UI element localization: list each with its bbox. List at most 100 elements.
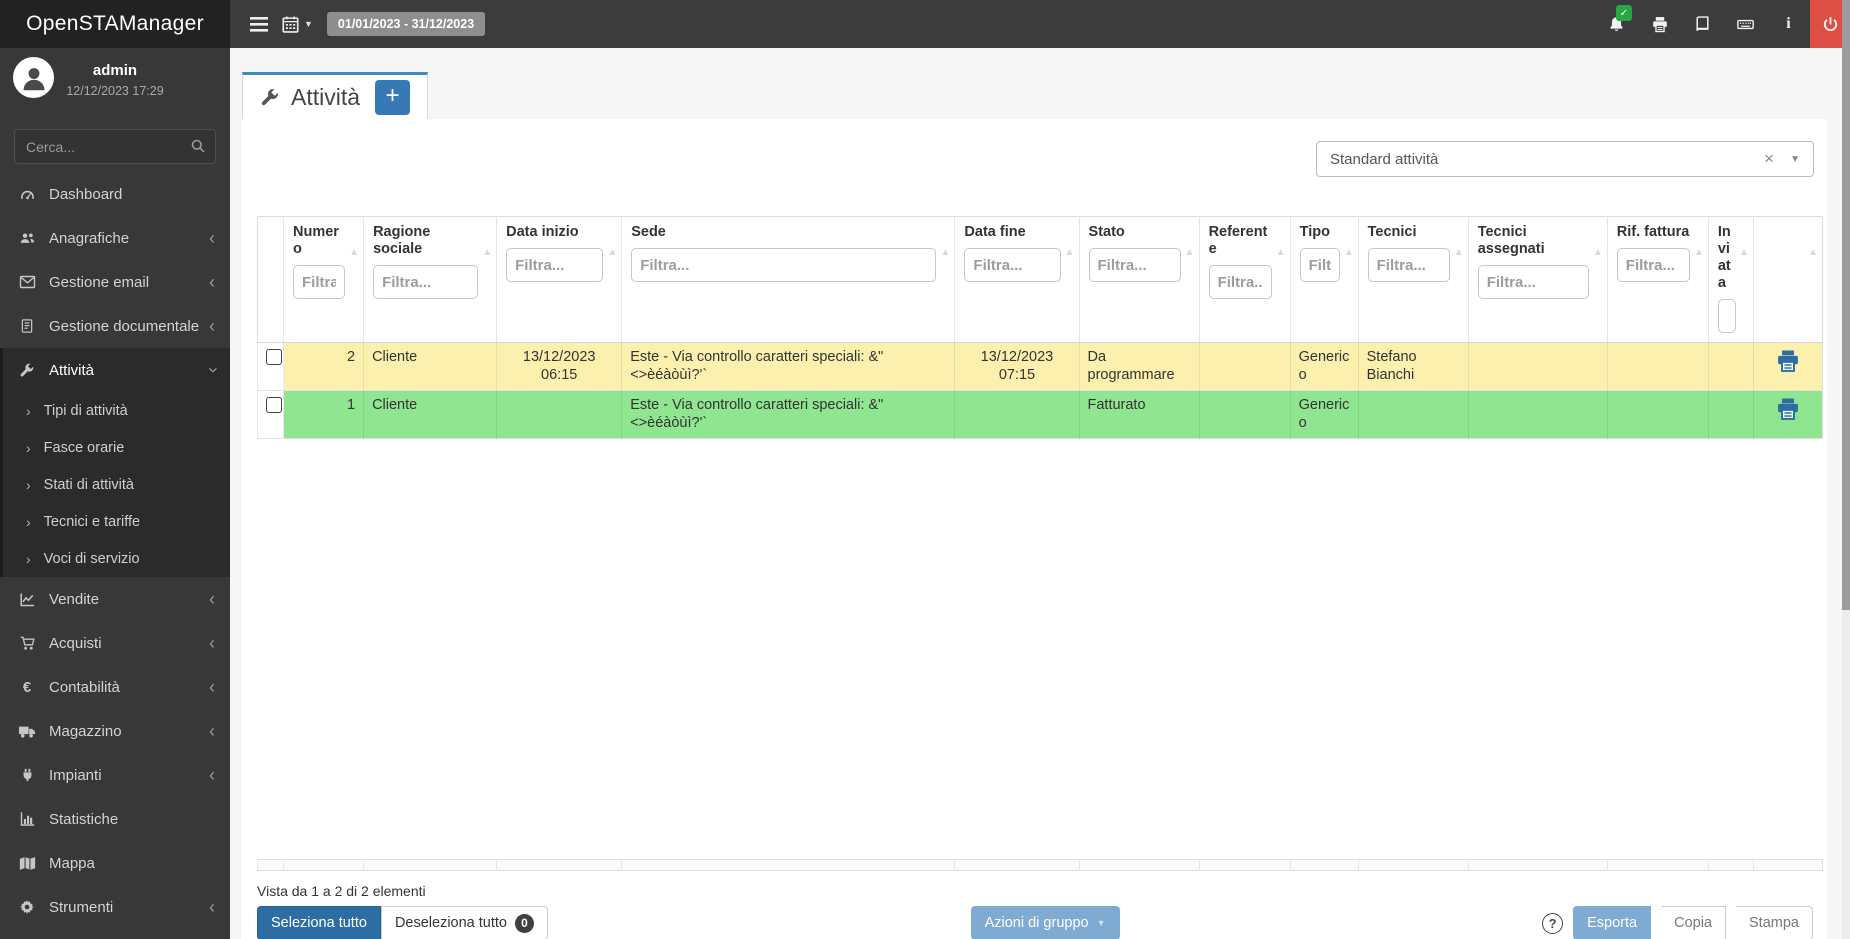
notifications-button[interactable]: ✓ bbox=[1595, 0, 1638, 48]
shortcuts-button[interactable] bbox=[1724, 0, 1767, 48]
column-header-tipo[interactable]: Tipo ▲ bbox=[1289, 216, 1359, 344]
sort-arrow-icon[interactable]: ▲ bbox=[1065, 247, 1075, 259]
sidebar-subitem-fasce-orarie[interactable]: › Fasce orarie bbox=[3, 429, 230, 466]
sidebar-item-contabilita[interactable]: € Contabilità ‹ bbox=[0, 665, 230, 709]
sort-arrow-icon[interactable]: ▲ bbox=[1276, 247, 1286, 259]
calendar-menu-button[interactable]: ▼ bbox=[282, 16, 313, 33]
sidebar-section-vendite: Vendite ‹ bbox=[0, 577, 230, 621]
activities-table: Numero ▲ Ragione sociale ▲ Data inizio ▲ Sede ▲… bbox=[256, 216, 1823, 439]
column-header-sede[interactable]: Sede ▲ bbox=[621, 216, 955, 344]
column-header-tecnici[interactable]: Tecnici ▲ bbox=[1357, 216, 1469, 344]
sort-arrow-icon[interactable]: ▲ bbox=[482, 247, 492, 259]
sidebar-item-gestione-documentale[interactable]: Gestione documentale ‹ bbox=[0, 304, 230, 348]
sort-arrow-icon[interactable]: ▲ bbox=[349, 247, 359, 259]
deselect-all-button[interactable]: Deseleziona tutto 0 bbox=[380, 906, 548, 939]
sort-arrow-icon[interactable]: ▲ bbox=[607, 247, 617, 259]
row-checkbox[interactable] bbox=[266, 397, 282, 414]
sidebar-section-impianti: Impianti ‹ bbox=[0, 753, 230, 797]
sidebar-item-anagrafiche[interactable]: Anagrafiche ‹ bbox=[0, 216, 230, 260]
manual-button[interactable] bbox=[1681, 0, 1724, 48]
sort-arrow-icon[interactable]: ▲ bbox=[1454, 247, 1464, 259]
column-header-rif-fattura[interactable]: Rif. fattura ▲ bbox=[1606, 216, 1709, 344]
column-header-inviata[interactable]: Inviata ▲ bbox=[1707, 216, 1754, 344]
sidebar-item-label: Acquisti bbox=[49, 634, 102, 652]
sidebar-item-dashboard[interactable]: Dashboard bbox=[0, 172, 230, 216]
sidebar-subitem-stati-di-attivita[interactable]: › Stati di attività bbox=[3, 466, 230, 503]
filter-input-tipo[interactable] bbox=[1299, 248, 1340, 283]
filter-input-referente[interactable] bbox=[1208, 265, 1272, 300]
column-header-tecnici-assegnati[interactable]: Tecnici assegnati ▲ bbox=[1467, 216, 1608, 344]
sidebar-item-label: Mappa bbox=[49, 854, 95, 872]
column-header-ragione-sociale[interactable]: Ragione sociale ▲ bbox=[363, 216, 497, 344]
filter-input-sede[interactable] bbox=[631, 248, 937, 283]
export-button[interactable]: Esporta bbox=[1573, 906, 1652, 939]
sidebar-toggle-button[interactable] bbox=[250, 16, 268, 32]
sort-arrow-icon[interactable]: ▲ bbox=[1694, 247, 1704, 259]
search-input[interactable] bbox=[14, 129, 216, 164]
sidebar-section-acquisti: Acquisti ‹ bbox=[0, 621, 230, 665]
activity-type-select[interactable]: Standard attività × ▼ bbox=[1316, 141, 1814, 177]
select-clear-icon[interactable]: × bbox=[1764, 149, 1790, 169]
cell-referente bbox=[1198, 390, 1291, 439]
sidebar-subitem-tipi-di-attivita[interactable]: › Tipi di attività bbox=[3, 392, 230, 429]
add-activity-button[interactable]: + bbox=[375, 79, 411, 115]
column-header-referente[interactable]: Referente ▲ bbox=[1198, 216, 1291, 344]
sidebar-item-mappa[interactable]: Mappa bbox=[0, 841, 230, 885]
copy-button[interactable]: Copia bbox=[1661, 906, 1726, 939]
sidebar-item-magazzino[interactable]: Magazzino ‹ bbox=[0, 709, 230, 753]
sidebar-item-statistiche[interactable]: Statistiche bbox=[0, 797, 230, 841]
filter-input-data-fine[interactable] bbox=[964, 248, 1061, 283]
column-header-numero[interactable]: Numero ▲ bbox=[283, 216, 364, 344]
sort-arrow-icon[interactable]: ▲ bbox=[1739, 247, 1749, 259]
sidebar-subitem-voci-di-servizio[interactable]: › Voci di servizio bbox=[3, 540, 230, 577]
filter-input-numero[interactable] bbox=[293, 265, 346, 300]
book-icon bbox=[1694, 15, 1711, 33]
user-avatar[interactable] bbox=[13, 57, 54, 98]
row-print-button[interactable] bbox=[1752, 342, 1823, 391]
column-header-stato[interactable]: Stato ▲ bbox=[1078, 216, 1200, 344]
filter-input-tecnici-assegnati[interactable] bbox=[1477, 265, 1589, 300]
filter-input-tecnici[interactable] bbox=[1367, 248, 1450, 283]
filter-input-data-inizio[interactable] bbox=[506, 248, 604, 283]
sidebar-item-gestione-email[interactable]: Gestione email ‹ bbox=[0, 260, 230, 304]
tab-attivita[interactable]: Attività + bbox=[242, 72, 429, 119]
sidebar-item-impianti[interactable]: Impianti ‹ bbox=[0, 753, 230, 797]
select-value: Standard attività bbox=[1330, 150, 1439, 168]
sidebar-subitem-tecnici-e-tariffe[interactable]: › Tecnici e tariffe bbox=[3, 503, 230, 540]
filter-input-rif-fattura[interactable] bbox=[1616, 248, 1690, 283]
scrollbar-thumb[interactable] bbox=[1842, 0, 1850, 610]
info-button[interactable]: i bbox=[1767, 0, 1810, 48]
sidebar-item-attivita[interactable]: Attività ‹ bbox=[3, 348, 230, 392]
column-header-data-inizio[interactable]: Data inizio ▲ bbox=[496, 216, 622, 344]
help-icon[interactable]: ? bbox=[1542, 912, 1564, 934]
sidebar-item-acquisti[interactable]: Acquisti ‹ bbox=[0, 621, 230, 665]
group-actions-button[interactable]: Azioni di gruppo ▼ bbox=[970, 906, 1120, 939]
filter-input-stato[interactable] bbox=[1088, 248, 1181, 283]
wrench-icon bbox=[17, 362, 37, 378]
sidebar-section-gestione-email: Gestione email ‹ bbox=[0, 260, 230, 304]
date-range-badge[interactable]: 01/01/2023 - 31/12/2023 bbox=[326, 12, 486, 36]
row-print-button[interactable] bbox=[1752, 390, 1823, 439]
angle-right-icon: › bbox=[26, 476, 31, 493]
sort-arrow-icon[interactable]: ▲ bbox=[1344, 247, 1354, 259]
sidebar-item-label: Statistiche bbox=[49, 810, 119, 828]
sidebar-item-vendite[interactable]: Vendite ‹ bbox=[0, 577, 230, 621]
sort-arrow-icon[interactable]: ▲ bbox=[1593, 247, 1603, 259]
filter-input-ragione-sociale[interactable] bbox=[373, 265, 479, 300]
page-scrollbar[interactable] bbox=[1842, 0, 1850, 939]
column-header-data-fine[interactable]: Data fine ▲ bbox=[954, 216, 1079, 344]
print-table-button[interactable]: Stampa bbox=[1736, 906, 1813, 939]
select-all-button[interactable]: Seleziona tutto bbox=[257, 906, 381, 939]
sort-arrow-icon[interactable]: ▲ bbox=[1185, 247, 1195, 259]
sidebar-item-strumenti[interactable]: Strumenti ‹ bbox=[0, 885, 230, 929]
sidebar-submenu: › Tipi di attività › Fasce orarie › Stati di … bbox=[3, 392, 230, 577]
chevron-left-icon: ‹ bbox=[209, 228, 215, 248]
strip-cell bbox=[1289, 859, 1359, 871]
print-button[interactable] bbox=[1638, 0, 1681, 48]
cell-numero: 2 bbox=[283, 342, 364, 391]
sort-arrow-icon[interactable]: ▲ bbox=[941, 247, 951, 259]
filter-input-inviata[interactable] bbox=[1717, 299, 1736, 334]
select-caret-icon[interactable]: ▼ bbox=[1790, 154, 1800, 165]
sidebar-item-label: Impianti bbox=[49, 766, 102, 784]
row-checkbox[interactable] bbox=[266, 349, 282, 366]
